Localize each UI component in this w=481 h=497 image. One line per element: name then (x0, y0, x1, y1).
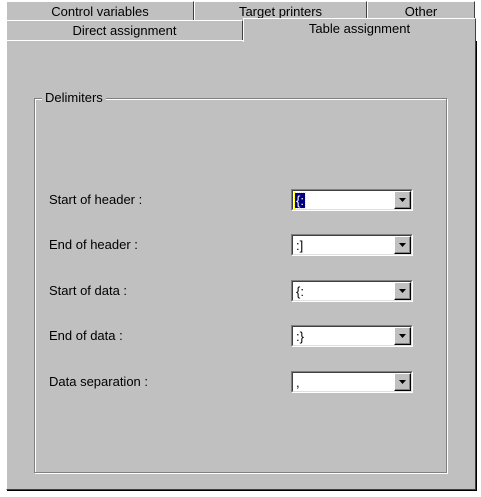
combo-value: {: (296, 284, 304, 299)
dropdown-button[interactable] (394, 282, 411, 300)
start-of-header-label: Start of header : (49, 192, 143, 207)
tab-label: Table assignment (308, 21, 411, 36)
tab-direct-assignment[interactable]: Direct assignment (6, 20, 243, 41)
end-of-header-combo[interactable]: :] (291, 234, 413, 256)
end-of-data-label: End of data : (49, 328, 123, 343)
data-separation-combo[interactable]: , (291, 371, 413, 393)
group-title: Delimiters (42, 90, 106, 106)
chevron-down-icon (399, 243, 406, 247)
combo-value: :} (296, 329, 304, 344)
dropdown-button[interactable] (394, 373, 411, 391)
tab-label: Target printers (238, 4, 323, 19)
tab-label: Control variables (51, 4, 149, 19)
chevron-down-icon (399, 380, 406, 384)
chevron-down-icon (399, 334, 406, 338)
tab-control-variables[interactable]: Control variables (6, 1, 194, 21)
chevron-down-icon (399, 289, 406, 293)
combo-value: :] (296, 238, 304, 253)
tab-label: Direct assignment (72, 23, 177, 38)
chevron-down-icon (399, 198, 406, 202)
combo-value: {: (294, 192, 306, 209)
combo-value: , (296, 375, 300, 390)
dropdown-button[interactable] (394, 327, 411, 345)
data-separation-label: Data separation : (49, 374, 149, 389)
end-of-header-label: End of header : (49, 237, 138, 252)
start-of-header-combo[interactable]: {: (291, 189, 413, 211)
start-of-data-combo[interactable]: {: (291, 280, 413, 302)
tab-label: Other (404, 4, 438, 19)
dropdown-button[interactable] (394, 236, 411, 254)
tab-table-assignment[interactable]: Table assignment (243, 18, 476, 42)
dropdown-button[interactable] (394, 191, 411, 209)
start-of-data-label: Start of data : (49, 283, 128, 298)
end-of-data-combo[interactable]: :} (291, 325, 413, 347)
